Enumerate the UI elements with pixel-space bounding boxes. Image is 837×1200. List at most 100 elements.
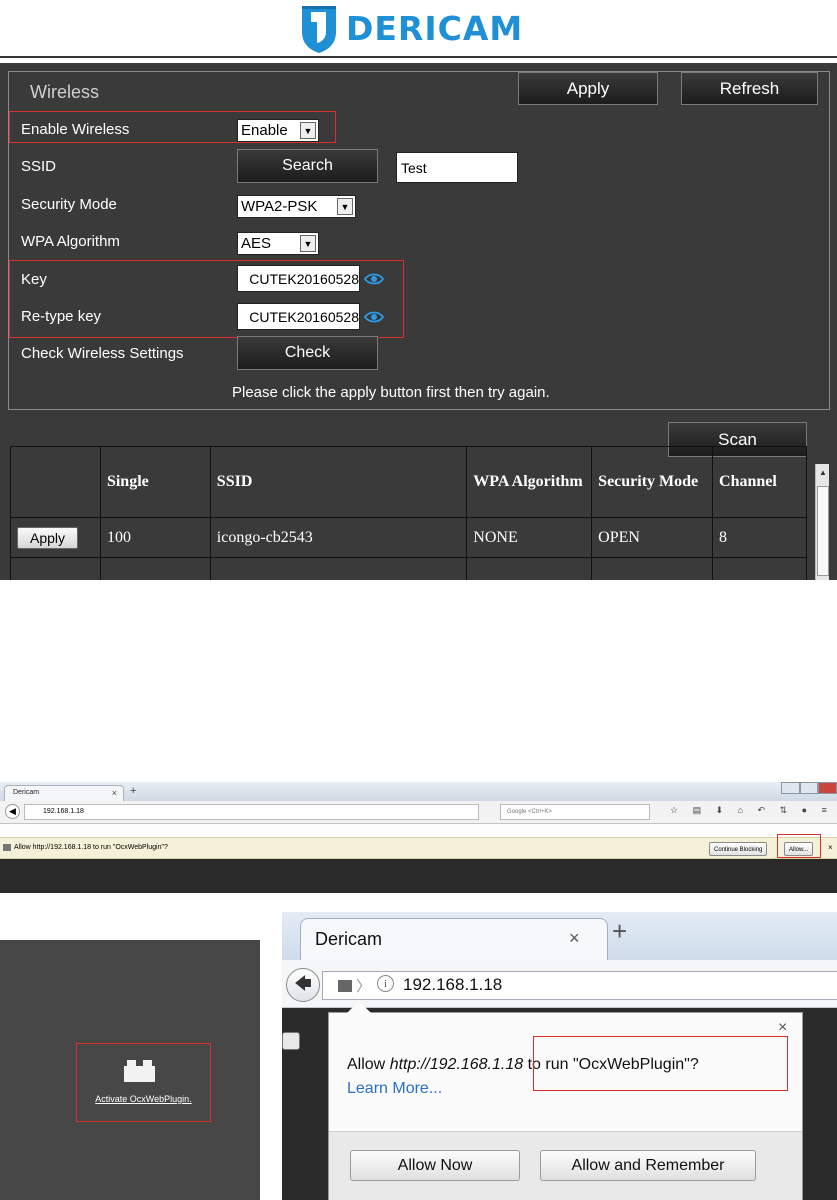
scroll-up-arrow-icon[interactable]: ▲ <box>819 468 827 477</box>
tab-title: Dericam <box>13 789 40 796</box>
enable-wireless-select[interactable]: Enable ▼ <box>237 119 319 142</box>
popup-pointer <box>347 1001 371 1013</box>
check-button[interactable]: Check <box>237 336 378 370</box>
message-prefix: Allow <box>347 1056 390 1073</box>
continue-blocking-button[interactable]: Continue Blocking <box>709 842 768 856</box>
dropdown-arrow-icon: ▼ <box>337 198 353 215</box>
allow-now-button[interactable]: Allow Now <box>350 1150 520 1181</box>
browser-tab[interactable]: Dericam × <box>4 785 124 801</box>
header-action <box>10 446 101 518</box>
key-input[interactable]: CUTEK20160528 <box>237 265 360 292</box>
apply-button[interactable]: Apply <box>518 72 658 105</box>
wpa-algorithm-label: WPA Algorithm <box>21 233 120 250</box>
show-password-eye-icon[interactable] <box>364 310 384 324</box>
table-row: Apply 100 icongo-cb2543 NONE OPEN 8 <box>10 517 807 558</box>
back-arrow-icon[interactable]: 🡄 <box>286 968 320 1002</box>
new-tab-icon[interactable]: + <box>612 916 627 947</box>
search-input[interactable]: Google <Ctrl+K> <box>500 804 650 820</box>
apply-first-message: Please click the apply button first then… <box>232 384 550 401</box>
refresh-button[interactable]: Refresh <box>681 72 818 105</box>
security-mode-label: Security Mode <box>21 196 117 213</box>
dericam-logo-icon <box>302 5 336 53</box>
header-ssid: SSID <box>209 446 468 518</box>
header-single: Single <box>99 446 211 518</box>
show-password-eye-icon[interactable] <box>364 272 384 286</box>
security-mode-select[interactable]: WPA2-PSK ▼ <box>237 195 356 218</box>
row-ssid: icongo-cb2543 <box>209 517 468 558</box>
activate-plugin-link[interactable]: Activate OcxWebPlugin. <box>77 1094 210 1104</box>
popup-footer: Allow Now Allow and Remember <box>329 1131 802 1200</box>
wireless-panel: Wireless Apply Refresh Enable Wireless E… <box>0 63 837 580</box>
retype-key-value: CUTEK20160528 <box>249 308 359 325</box>
message-url: http://192.168.1.18 <box>389 1056 524 1073</box>
plugin-placeholder-panel: Activate OcxWebPlugin. <box>0 940 260 1200</box>
allow-and-remember-button[interactable]: Allow and Remember <box>540 1150 756 1181</box>
scan-results-table: Single SSID WPA Algorithm Security Mode … <box>10 446 807 580</box>
close-window-icon[interactable] <box>818 782 837 794</box>
tab-strip: Dericam × + <box>282 912 837 961</box>
allow-and-remember-highlight <box>533 1036 788 1091</box>
key-value: CUTEK20160528 <box>249 270 359 287</box>
row-channel: 8 <box>712 517 807 558</box>
key-label: Key <box>21 271 47 288</box>
back-arrow-icon[interactable]: ◀ <box>5 804 20 819</box>
url-bar[interactable]: 〉 i 192.168.1.18 <box>322 971 837 1000</box>
retype-key-input[interactable]: CUTEK20160528 <box>237 303 360 330</box>
security-mode-value: WPA2-PSK <box>241 198 318 215</box>
header-channel: Channel <box>712 446 807 518</box>
tab-close-icon[interactable]: × <box>112 788 117 798</box>
notification-text: Allow http://192.168.1.18 to run "OcxWeb… <box>14 844 168 851</box>
row-action-cell: Apply <box>10 517 101 558</box>
header-security-mode: Security Mode <box>591 446 714 518</box>
brand-name: DERICAM <box>346 9 524 48</box>
browser-tab[interactable]: Dericam × <box>300 918 608 961</box>
allow-highlight <box>777 834 821 858</box>
retype-key-label: Re-type key <box>21 308 102 325</box>
tab-strip: Dericam × + <box>0 782 837 801</box>
row-security: OPEN <box>591 517 714 558</box>
plugin-notification-bar: Allow http://192.168.1.18 to run "OcxWeb… <box>0 837 837 859</box>
header-wpa-algorithm: WPA Algorithm <box>466 446 593 518</box>
close-popup-icon[interactable]: × <box>778 1019 787 1037</box>
header-divider <box>0 56 837 58</box>
wireless-title: Wireless <box>30 82 100 102</box>
table-scrollbar[interactable]: ▲ <box>815 464 829 580</box>
ssid-input[interactable]: Test <box>396 152 518 183</box>
plugin-icon[interactable] <box>338 980 352 992</box>
plugin-icon <box>3 844 11 851</box>
table-row <box>10 557 807 580</box>
row-wpa: NONE <box>466 517 593 558</box>
minimize-icon[interactable] <box>781 782 800 794</box>
plugin-lego-icon <box>124 1060 155 1082</box>
separator-chevron-icon: 〉 <box>356 978 372 995</box>
row-apply-button[interactable]: Apply <box>17 526 78 549</box>
url-text: 192.168.1.18 <box>403 975 503 994</box>
close-notification-icon[interactable]: × <box>828 843 833 852</box>
url-bar[interactable]: 192.168.1.18 <box>24 804 479 820</box>
search-icon <box>282 1032 300 1050</box>
maximize-icon[interactable] <box>799 782 819 794</box>
tab-close-icon[interactable]: × <box>569 928 580 949</box>
dropdown-arrow-icon: ▼ <box>300 122 316 139</box>
wpa-algorithm-select[interactable]: AES ▼ <box>237 232 319 255</box>
url-text: 192.168.1.18 <box>43 808 84 815</box>
table-header-row: Single SSID WPA Algorithm Security Mode … <box>10 446 807 518</box>
search-button[interactable]: Search <box>237 149 378 183</box>
navigation-bar: ◀ 192.168.1.18 Google <Ctrl+K> ☆ ▤ ⬇ ⌂ ↶… <box>0 801 837 824</box>
check-wireless-label: Check Wireless Settings <box>21 345 184 362</box>
firefox-plugin-popup-screenshot: Dericam × + 🡄 〉 i 192.168.1.18 × Allow h… <box>282 912 837 1200</box>
enable-wireless-label: Enable Wireless <box>21 121 130 138</box>
scrollbar-thumb[interactable] <box>817 486 829 576</box>
wpa-algorithm-value: AES <box>241 235 272 252</box>
search-placeholder: Google <Ctrl+K> <box>507 809 552 815</box>
browser-notification-screenshot: Dericam × + ◀ 192.168.1.18 Google <Ctrl+… <box>0 782 837 893</box>
enable-wireless-value: Enable <box>241 122 288 139</box>
activate-plugin-highlight[interactable]: Activate OcxWebPlugin. <box>76 1043 211 1122</box>
dropdown-arrow-icon: ▼ <box>300 235 316 252</box>
learn-more-link[interactable]: Learn More... <box>347 1080 442 1098</box>
info-icon[interactable]: i <box>377 975 394 992</box>
toolbar-icons[interactable]: ☆ ▤ ⬇ ⌂ ↶ ⇅ ● ≡ <box>670 805 833 816</box>
ssid-label: SSID <box>21 158 57 175</box>
new-tab-icon[interactable]: + <box>130 785 136 797</box>
tab-title: Dericam <box>315 929 383 949</box>
